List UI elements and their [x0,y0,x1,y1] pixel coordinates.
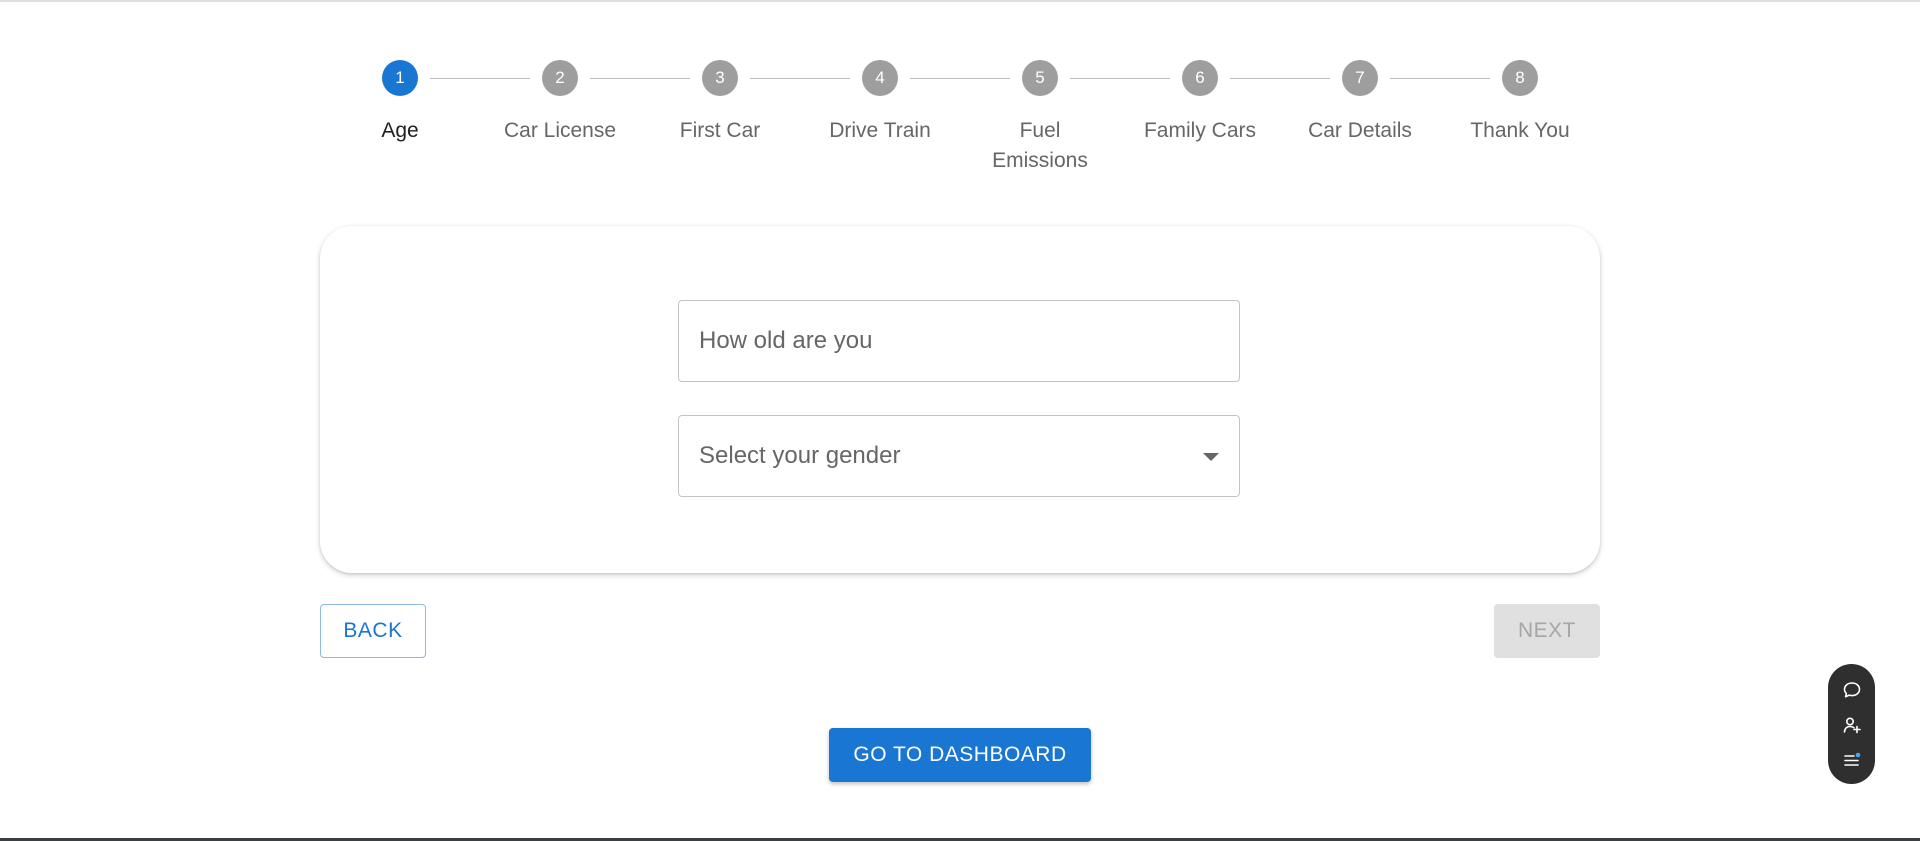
step-car-license[interactable]: 2 Car License [480,60,640,146]
chat-button[interactable] [1836,674,1867,705]
step-label: Drive Train [829,119,931,142]
floating-toolbar [1828,664,1875,784]
step-number-badge: 8 [1502,60,1538,96]
step-number-badge: 3 [702,60,738,96]
step-label: Car Details [1308,119,1412,142]
add-person-button[interactable] [1836,709,1867,740]
gender-select[interactable]: Select your gender [678,415,1240,497]
stepper: 1 Age 2 Car License 3 First Car 4 Drive … [320,60,1600,180]
form-card: Select your gender [320,226,1600,573]
step-car-details[interactable]: 7 Car Details [1280,60,1440,146]
add-person-icon [1843,716,1861,733]
step-label: First Car [679,119,761,142]
top-border [0,0,1920,2]
notification-dot [1855,752,1860,757]
step-label: Fuel Emissions [992,119,1088,172]
next-button[interactable]: NEXT [1494,604,1600,658]
step-number-badge: 6 [1182,60,1218,96]
step-number-badge: 2 [542,60,578,96]
step-label: Age [381,119,419,142]
step-family-cars[interactable]: 6 Family Cars [1120,60,1280,146]
age-input[interactable] [679,301,1239,381]
step-age[interactable]: 1 Age [320,60,480,146]
notes-list-icon [1843,752,1860,766]
step-label: Thank You [1470,119,1570,142]
dropdown-arrow-icon [1203,453,1219,461]
back-button[interactable]: BACK [320,604,426,658]
age-field[interactable] [678,300,1240,382]
chat-bubble-icon [1843,681,1860,698]
step-thank-you[interactable]: 8 Thank You [1440,60,1600,146]
step-number-badge: 4 [862,60,898,96]
step-number-badge: 7 [1342,60,1378,96]
step-label: Family Cars [1143,119,1256,142]
step-drive-train[interactable]: 4 Drive Train [800,60,960,146]
step-first-car[interactable]: 3 First Car [640,60,800,146]
notes-list-button[interactable] [1836,744,1867,775]
go-to-dashboard-button[interactable]: GO TO DASHBOARD [829,728,1091,782]
step-label: Car License [503,119,617,142]
step-number-badge: 1 [382,60,418,96]
step-fuel-emissions[interactable]: 5 Fuel Emissions [960,60,1120,176]
gender-select-placeholder: Select your gender [699,442,901,469]
step-number-badge: 5 [1022,60,1058,96]
